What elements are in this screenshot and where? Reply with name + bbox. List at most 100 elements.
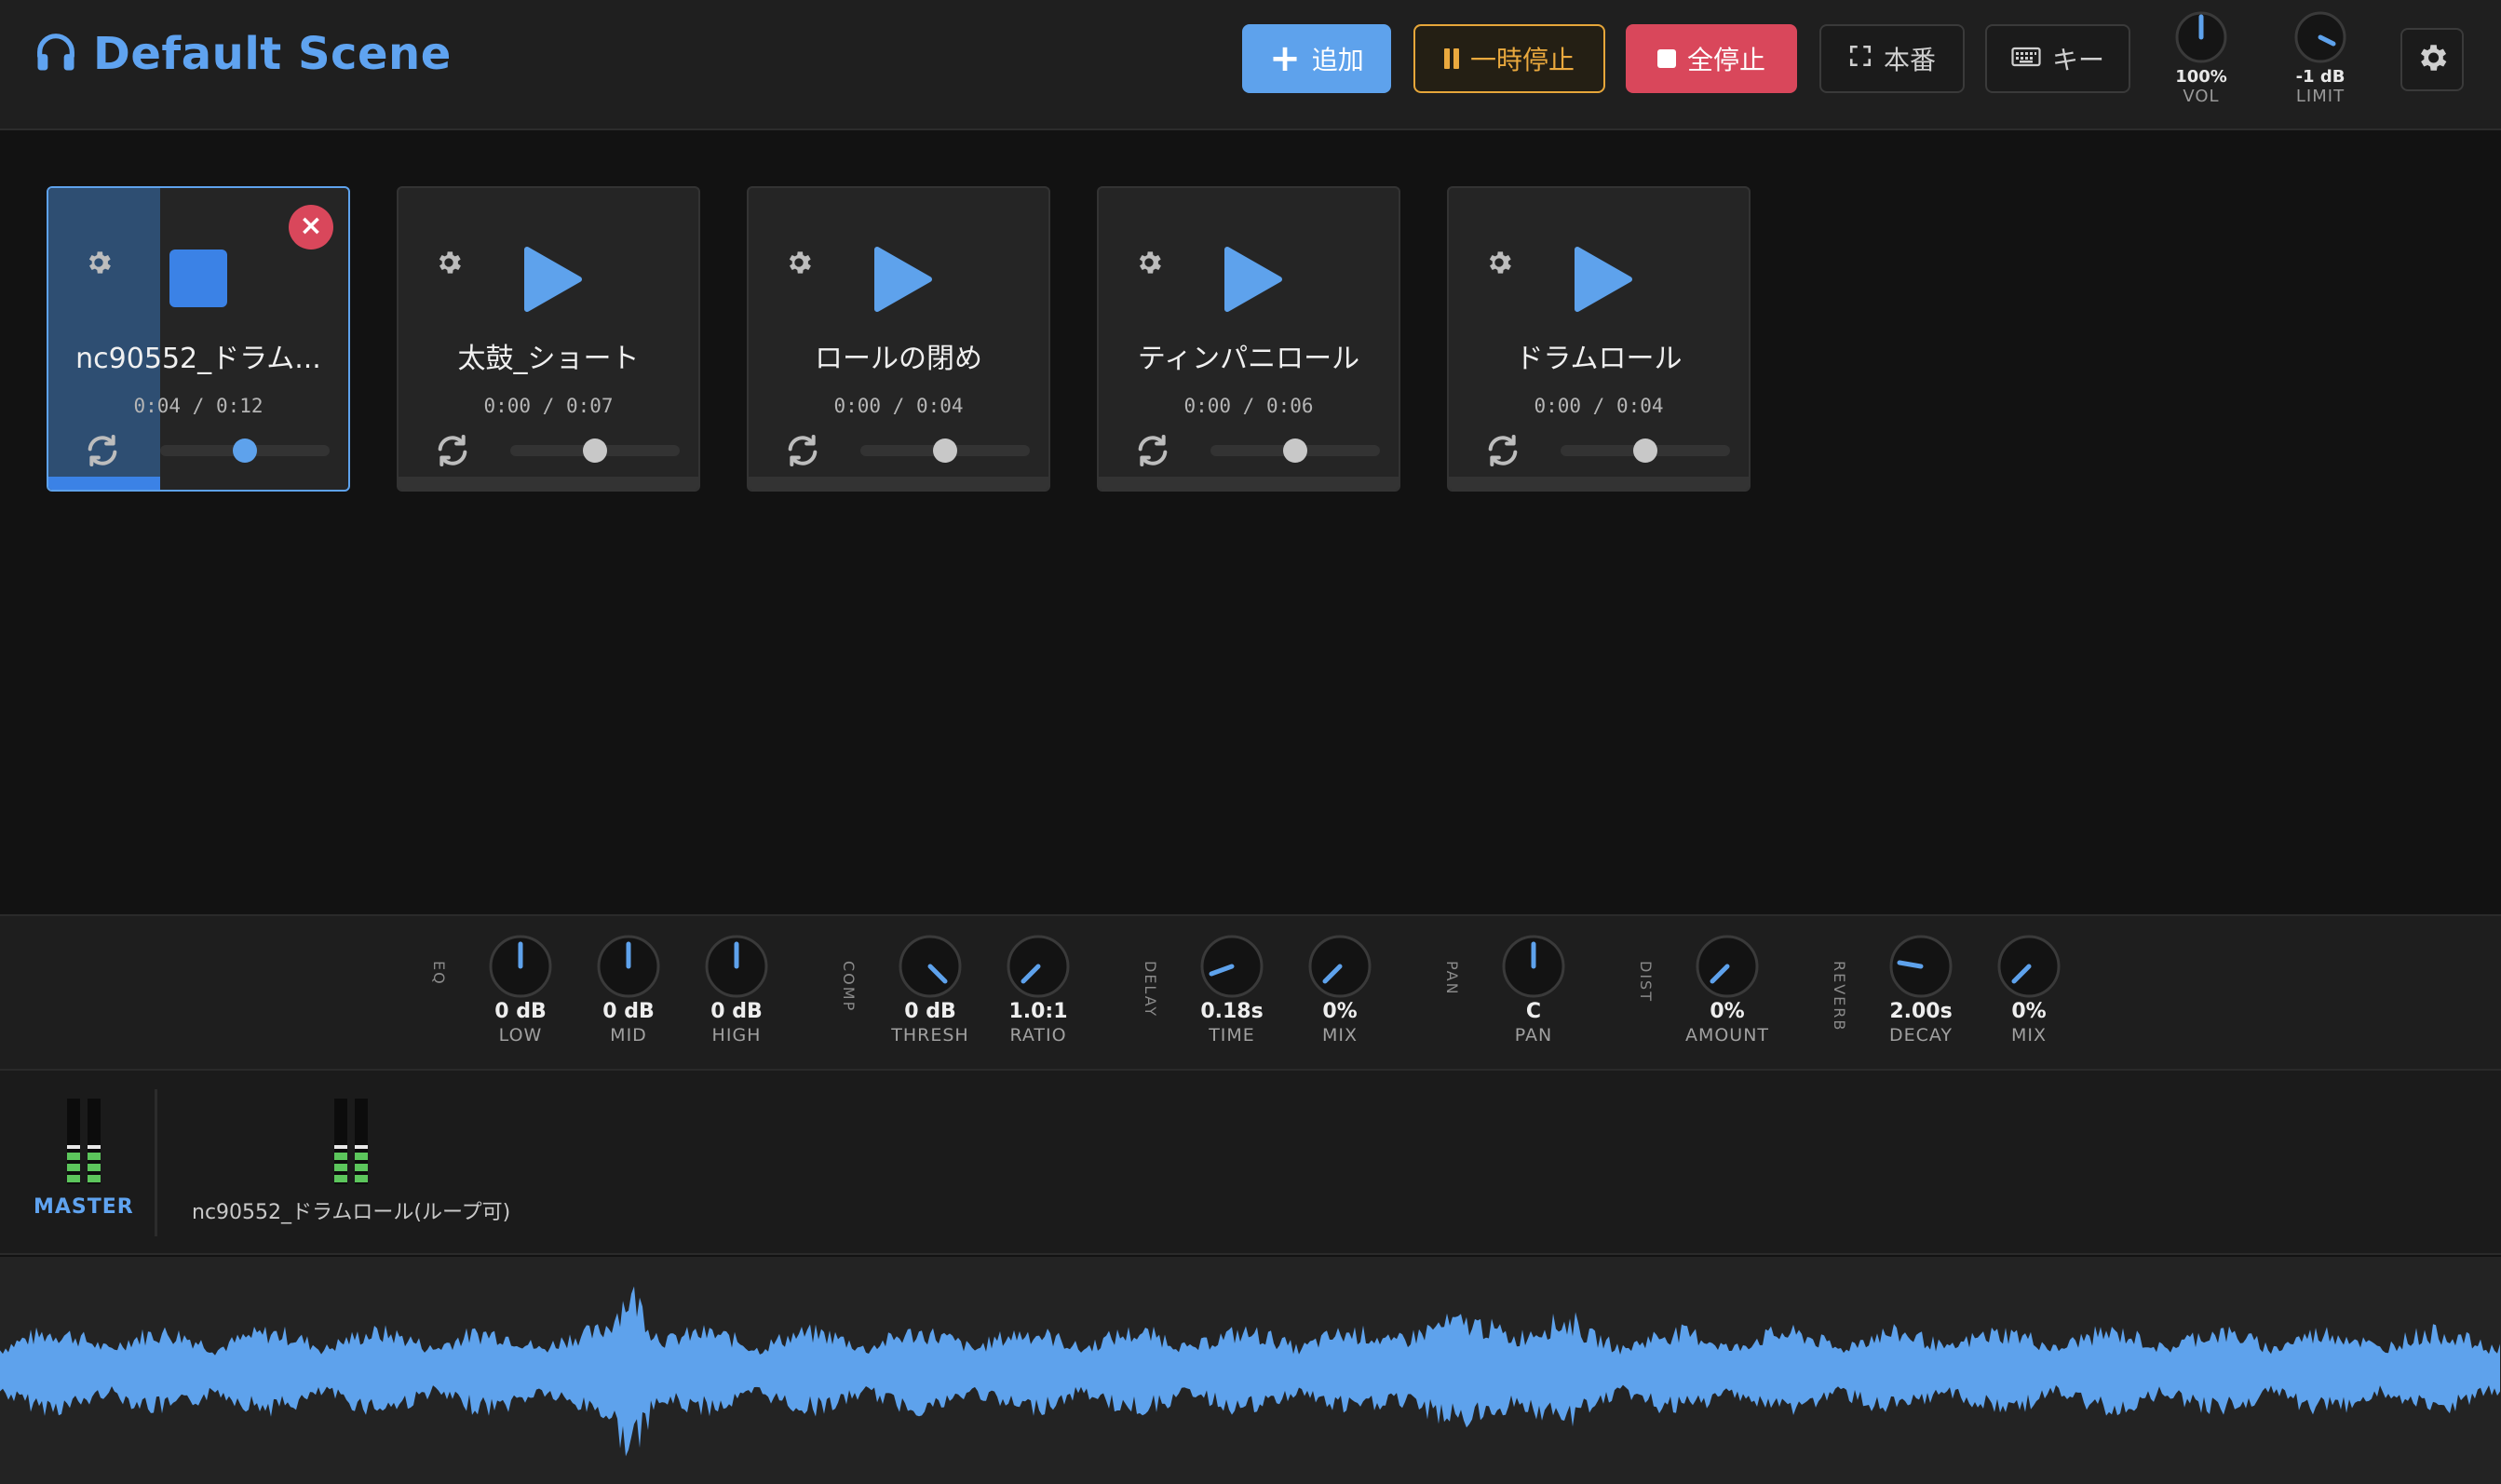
headphones-icon xyxy=(32,28,80,80)
delay-mix-value: 0% xyxy=(1322,1000,1358,1023)
master-label: MASTER xyxy=(34,1195,134,1219)
settings-button[interactable] xyxy=(2400,28,2464,91)
waveform-graphic xyxy=(0,1286,2500,1457)
pad-title: ロールの閉め xyxy=(815,343,982,375)
pad-title: 太鼓_ショート xyxy=(457,343,640,375)
loop-icon[interactable] xyxy=(1134,432,1171,469)
sound-pad[interactable]: ロールの閉め 0:00 / 0:04 xyxy=(747,186,1050,492)
pad-time: 0:00 / 0:04 xyxy=(833,395,964,417)
eq-high-knob[interactable]: 0 dB HIGH xyxy=(681,933,792,1046)
pad-settings-icon[interactable] xyxy=(84,248,114,277)
slider-thumb[interactable] xyxy=(233,438,257,463)
slider-thumb[interactable] xyxy=(1283,438,1307,463)
pad-settings-icon[interactable] xyxy=(1134,248,1164,277)
pad-time: 0:04 / 0:12 xyxy=(133,395,264,417)
knob-icon xyxy=(1696,935,1759,998)
pad-progress-bar xyxy=(399,477,698,490)
pad-title: ドラムロール xyxy=(1515,343,1683,375)
pad-volume-slider[interactable] xyxy=(1561,438,1730,463)
pad-time: 0:00 / 0:04 xyxy=(1534,395,1664,417)
loop-icon[interactable] xyxy=(1484,432,1521,469)
loop-icon[interactable] xyxy=(84,432,121,469)
pad-play-button[interactable] xyxy=(520,244,585,315)
eq-low-value: 0 dB xyxy=(494,1000,547,1023)
pad-volume-slider[interactable] xyxy=(1210,438,1380,463)
stop-icon xyxy=(1656,49,1676,68)
pad-volume-slider[interactable] xyxy=(160,438,330,463)
knob-icon xyxy=(1308,935,1372,998)
knob-icon xyxy=(1502,935,1565,998)
pad-settings-icon[interactable] xyxy=(784,248,814,277)
pad-close-button[interactable]: × xyxy=(289,205,333,250)
pause-button[interactable]: 一時停止 xyxy=(1413,24,1605,93)
add-button[interactable]: + 追加 xyxy=(1242,24,1391,93)
pad-settings-icon[interactable] xyxy=(434,248,464,277)
reverb-mix-value: 0% xyxy=(2011,1000,2047,1023)
loop-icon[interactable] xyxy=(434,432,471,469)
master-channel[interactable]: MASTER xyxy=(34,1099,134,1219)
top-toolbar: Default Scene + 追加 一時停止 全停止 本番 キー 100% V… xyxy=(0,0,2501,130)
pad-settings-icon[interactable] xyxy=(1484,248,1514,277)
eq-group-label: EQ xyxy=(430,961,448,986)
eq-mid-value: 0 dB xyxy=(602,1000,655,1023)
plus-icon: + xyxy=(1269,37,1301,80)
comp-ratio-knob[interactable]: 1.0:1 RATIO xyxy=(982,933,1094,1046)
sound-pad[interactable]: ドラムロール 0:00 / 0:04 xyxy=(1447,186,1751,492)
pad-play-button[interactable] xyxy=(1570,244,1635,315)
pad-volume-slider[interactable] xyxy=(510,438,680,463)
mixer-channel[interactable]: nc90552_ドラムロール(ループ可) xyxy=(192,1099,510,1225)
knob-icon xyxy=(1007,935,1070,998)
volume-value: 100% xyxy=(2175,67,2227,87)
sound-pad[interactable]: ティンパニロール 0:00 / 0:06 xyxy=(1097,186,1400,492)
pad-volume-slider[interactable] xyxy=(860,438,1030,463)
live-mode-label: 本番 xyxy=(1883,45,1936,75)
pan-value: C xyxy=(1525,1000,1542,1023)
delay-time-label: TIME xyxy=(1209,1025,1255,1046)
pad-play-button[interactable] xyxy=(870,244,935,315)
mixer: MASTER nc90552_ドラムロール(ループ可) xyxy=(0,1071,2501,1255)
reverb-group-label: REVERB xyxy=(1831,961,1848,1032)
pad-play-button[interactable] xyxy=(1220,244,1285,315)
pad-progress-bar xyxy=(1449,477,1749,490)
reverb-decay-knob[interactable]: 2.00s DECAY xyxy=(1865,933,1977,1046)
fullscreen-icon xyxy=(1848,44,1872,74)
pad-time: 0:00 / 0:06 xyxy=(1183,395,1314,417)
comp-thresh-label: THRESH xyxy=(891,1025,969,1046)
pause-icon xyxy=(1443,48,1459,69)
reverb-mix-knob[interactable]: 0% MIX xyxy=(1973,933,2085,1046)
slider-thumb[interactable] xyxy=(1633,438,1657,463)
sound-pad[interactable]: × nc90552_ドラム... 0:04 / 0:12 xyxy=(47,186,350,492)
eq-low-label: LOW xyxy=(498,1025,543,1046)
knob-icon xyxy=(489,935,552,998)
loop-icon[interactable] xyxy=(784,432,821,469)
dist-amount-value: 0% xyxy=(1710,1000,1745,1023)
pan-knob[interactable]: C PAN xyxy=(1478,933,1589,1046)
limiter-knob[interactable]: -1 dB LIMIT xyxy=(2283,9,2358,106)
delay-group-label: DELAY xyxy=(1142,961,1159,1019)
sound-pad[interactable]: 太鼓_ショート 0:00 / 0:07 xyxy=(397,186,700,492)
waveform[interactable] xyxy=(0,1257,2501,1484)
eq-mid-knob[interactable]: 0 dB MID xyxy=(573,933,684,1046)
live-mode-button[interactable]: 本番 xyxy=(1819,24,1965,93)
slider-thumb[interactable] xyxy=(583,438,607,463)
slider-thumb[interactable] xyxy=(933,438,957,463)
eq-low-knob[interactable]: 0 dB LOW xyxy=(465,933,576,1046)
master-volume-knob[interactable]: 100% VOL xyxy=(2164,9,2238,106)
comp-ratio-label: RATIO xyxy=(1009,1025,1067,1046)
keys-button[interactable]: キー xyxy=(1985,24,2130,93)
scene-title[interactable]: Default Scene xyxy=(93,28,452,80)
comp-ratio-value: 1.0:1 xyxy=(1008,1000,1068,1023)
reverb-decay-value: 2.00s xyxy=(1889,1000,1953,1023)
dist-amount-knob[interactable]: 0% AMOUNT xyxy=(1671,933,1783,1046)
delay-mix-knob[interactable]: 0% MIX xyxy=(1284,933,1396,1046)
delay-time-knob[interactable]: 0.18s TIME xyxy=(1176,933,1288,1046)
limiter-value: -1 dB xyxy=(2295,67,2346,87)
comp-thresh-knob[interactable]: 0 dB THRESH xyxy=(874,933,986,1046)
stop-all-button[interactable]: 全停止 xyxy=(1626,24,1797,93)
pad-stop-button[interactable] xyxy=(169,250,227,307)
mixer-divider xyxy=(155,1089,157,1236)
pad-progress-bar xyxy=(749,477,1048,490)
reverb-mix-label: MIX xyxy=(2010,1025,2047,1046)
pad-time: 0:00 / 0:07 xyxy=(483,395,614,417)
keyboard-icon xyxy=(2011,44,2041,74)
